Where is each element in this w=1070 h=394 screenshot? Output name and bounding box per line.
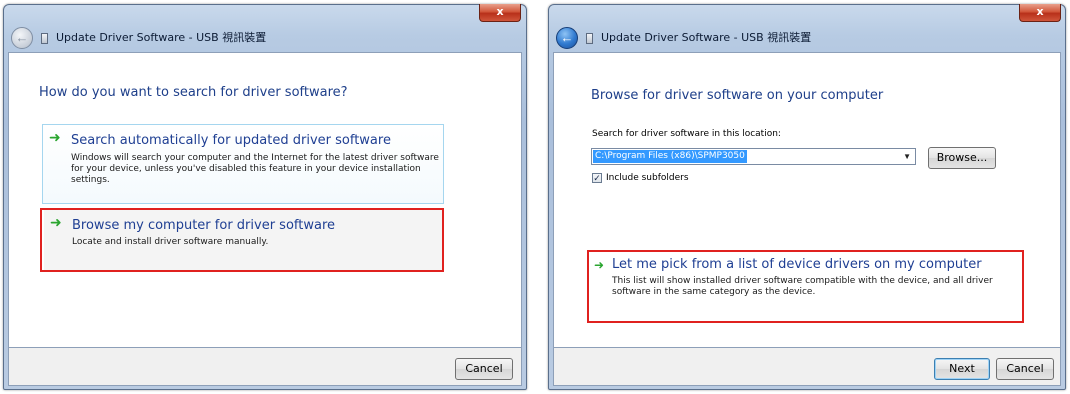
update-driver-dialog-search-choice: x ← Update Driver Software - USB 視訊裝置 Ho… — [3, 4, 527, 390]
option-description: Windows will search your computer and th… — [71, 153, 439, 186]
update-driver-dialog-browse: x ← Update Driver Software - USB 視訊裝置 Br… — [548, 4, 1066, 390]
back-arrow-icon[interactable]: ← — [11, 27, 33, 49]
page-heading: How do you want to search for driver sof… — [39, 85, 348, 100]
location-label: Search for driver software in this locat… — [592, 129, 781, 139]
red-highlight-annotation — [587, 250, 1024, 323]
window-title: Update Driver Software - USB 視訊裝置 — [601, 31, 812, 44]
title-bar: ← Update Driver Software - USB 視訊裝置 — [553, 27, 1061, 53]
description-line: settings. — [71, 175, 110, 185]
close-button[interactable]: x — [1019, 4, 1061, 22]
location-combobox[interactable]: C:\Program Files (x86)\SPMP3050 ▼ — [591, 148, 916, 165]
option-title: Search automatically for updated driver … — [71, 133, 391, 148]
red-highlight-annotation — [40, 208, 444, 272]
wizard-content: How do you want to search for driver sof… — [8, 52, 522, 348]
next-button[interactable]: Next — [934, 358, 990, 380]
button-bar: Next Cancel — [553, 348, 1061, 386]
wizard-device-icon — [41, 33, 48, 44]
close-button[interactable]: x — [479, 4, 521, 22]
description-line: for your device, unless you've disabled … — [71, 164, 421, 174]
browse-button[interactable]: Browse... — [928, 147, 996, 169]
window-title: Update Driver Software - USB 視訊裝置 — [56, 31, 267, 44]
wizard-device-icon — [586, 33, 593, 44]
cancel-button[interactable]: Cancel — [996, 358, 1054, 380]
cancel-button[interactable]: Cancel — [455, 358, 513, 380]
back-arrow-icon[interactable]: ← — [556, 27, 578, 49]
include-subfolders-label: Include subfolders — [606, 173, 689, 183]
include-subfolders-checkbox[interactable]: ✓ — [592, 173, 602, 183]
page-heading: Browse for driver software on your compu… — [591, 88, 884, 103]
wizard-content: Browse for driver software on your compu… — [553, 52, 1061, 348]
description-line: Windows will search your computer and th… — [71, 153, 439, 163]
button-bar: Cancel — [8, 348, 522, 386]
location-value: C:\Program Files (x86)\SPMP3050 — [593, 150, 747, 163]
green-arrow-icon: ➜ — [49, 130, 61, 146]
title-bar: ← Update Driver Software - USB 視訊裝置 — [8, 27, 522, 53]
dropdown-arrow-icon[interactable]: ▼ — [903, 152, 911, 161]
option-search-automatically[interactable]: ➜ Search automatically for updated drive… — [42, 124, 444, 204]
